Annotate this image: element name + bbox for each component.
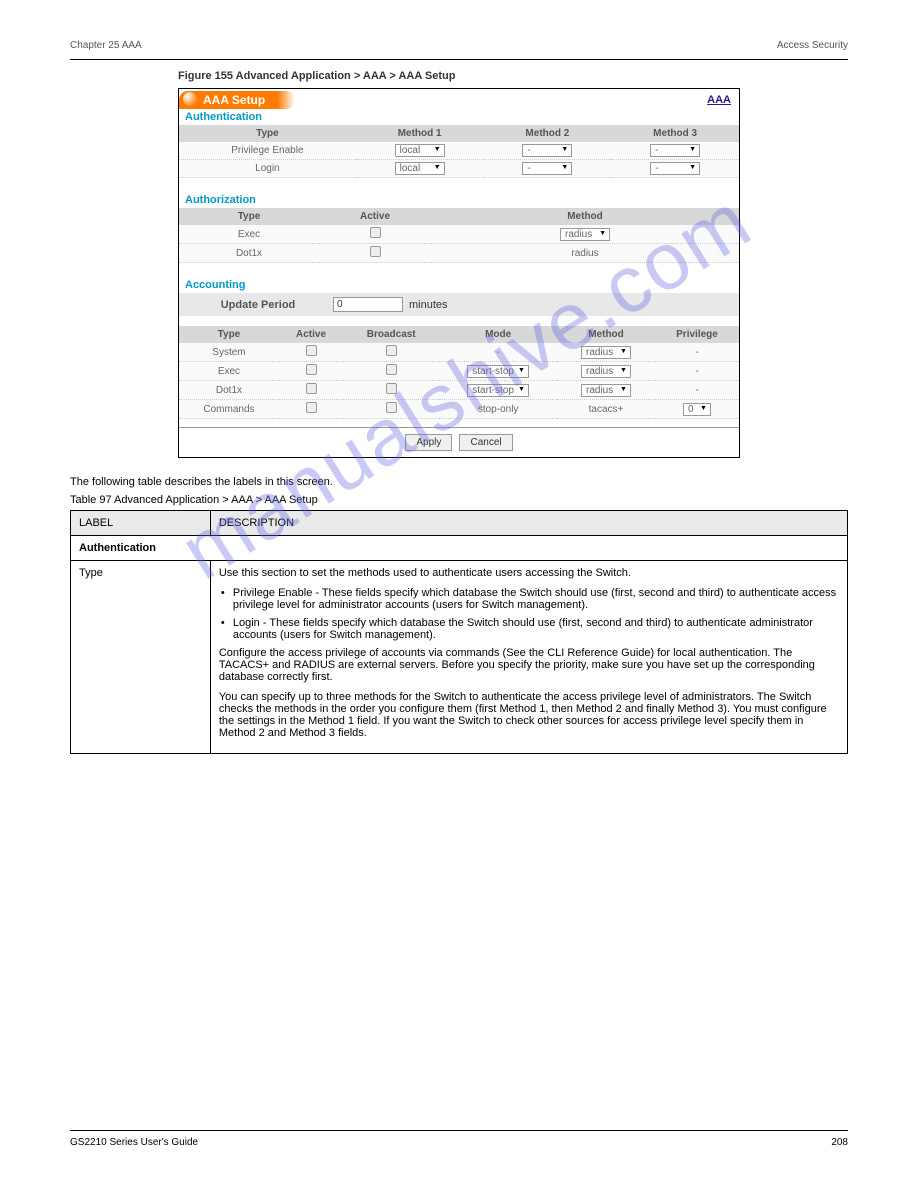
update-period-unit: minutes <box>409 299 448 311</box>
authz-dot1x-method: radius <box>431 244 739 263</box>
aaa-setup-badge: AAA Setup <box>179 91 295 109</box>
auth-row-label: Login <box>179 160 356 178</box>
col-type: Type <box>179 125 356 142</box>
aaa-screenshot: AAA Setup AAA Authentication Type Method… <box>178 88 740 458</box>
button-row: Apply Cancel <box>179 427 739 457</box>
doc-col-desc: DESCRIPTION <box>210 511 847 536</box>
doc-desc-type: Use this section to set the methods used… <box>210 561 847 754</box>
footer-left: GS2210 Series User's Guide <box>70 1137 198 1148</box>
update-period-input[interactable]: 0 <box>333 297 403 312</box>
acct-exec-priv: - <box>655 362 739 381</box>
acct-commands-method: tacacs+ <box>557 400 655 419</box>
authorization-table: Type Active Method Exec radius Dot1x rad… <box>179 208 739 263</box>
acct-row-label: System <box>179 343 279 362</box>
acct-dot1x-method[interactable]: radius <box>581 384 631 397</box>
col-broadcast: Broadcast <box>343 326 439 343</box>
acct-row-label: Exec <box>179 362 279 381</box>
acct-commands-priv[interactable]: 0 <box>683 403 711 416</box>
col-method: Method <box>431 208 739 225</box>
col-type: Type <box>179 208 319 225</box>
acct-exec-active[interactable] <box>306 364 317 375</box>
section-label: Access Security <box>777 40 848 51</box>
authz-exec-active[interactable] <box>370 227 381 238</box>
acct-row-label: Dot1x <box>179 381 279 400</box>
acct-system-priv: - <box>655 343 739 362</box>
acct-commands-broadcast[interactable] <box>386 402 397 413</box>
update-period-label: Update Period <box>183 299 333 311</box>
col-method2: Method 2 <box>484 125 612 142</box>
col-active: Active <box>319 208 431 225</box>
authentication-title: Authentication <box>179 109 739 125</box>
authorization-title: Authorization <box>179 192 739 208</box>
acct-exec-broadcast[interactable] <box>386 364 397 375</box>
chapter-label: Chapter 25 AAA <box>70 40 142 51</box>
col-method1: Method 1 <box>356 125 484 142</box>
col-type: Type <box>179 326 279 343</box>
col-privilege: Privilege <box>655 326 739 343</box>
accounting-title: Accounting <box>179 277 739 293</box>
doc-label-type: Type <box>71 561 211 754</box>
auth-priv-method2[interactable]: - <box>522 144 572 157</box>
auth-login-method2[interactable]: - <box>522 162 572 175</box>
acct-commands-active[interactable] <box>306 402 317 413</box>
doc-para: Use this section to set the methods used… <box>219 567 839 579</box>
footer-right: 208 <box>831 1137 848 1148</box>
accounting-table: Type Active Broadcast Mode Method Privil… <box>179 326 739 419</box>
acct-system-active[interactable] <box>306 345 317 356</box>
update-period-row: Update Period 0 minutes <box>179 293 739 316</box>
col-method: Method <box>557 326 655 343</box>
acct-dot1x-active[interactable] <box>306 383 317 394</box>
auth-priv-method1[interactable]: local <box>395 144 445 157</box>
col-mode: Mode <box>439 326 557 343</box>
auth-priv-method3[interactable]: - <box>650 144 700 157</box>
col-method3: Method 3 <box>611 125 739 142</box>
acct-dot1x-priv: - <box>655 381 739 400</box>
description-table: LABEL DESCRIPTION Authentication Type Us… <box>70 510 848 754</box>
authz-exec-method[interactable]: radius <box>560 228 610 241</box>
authz-row-label: Exec <box>179 225 319 244</box>
auth-row-label: Privilege Enable <box>179 142 356 160</box>
apply-button[interactable]: Apply <box>405 434 452 451</box>
acct-system-method[interactable]: radius <box>581 346 631 359</box>
acct-row-label: Commands <box>179 400 279 419</box>
col-active: Active <box>279 326 343 343</box>
header-rule <box>70 59 848 60</box>
figure-title: Figure 155 Advanced Application > AAA > … <box>178 70 848 82</box>
acct-commands-mode: stop-only <box>439 400 557 419</box>
footer-rule <box>70 1130 848 1131</box>
table-intro: The following table describes the labels… <box>70 476 848 488</box>
authentication-table: Type Method 1 Method 2 Method 3 Privileg… <box>179 125 739 178</box>
acct-dot1x-mode[interactable]: start-stop <box>467 384 529 397</box>
authz-row-label: Dot1x <box>179 244 319 263</box>
doc-bullet: Login - These fields specify which datab… <box>219 617 839 641</box>
acct-system-broadcast[interactable] <box>386 345 397 356</box>
doc-section-auth: Authentication <box>71 536 848 561</box>
doc-para: Configure the access privilege of accoun… <box>219 647 839 683</box>
authz-dot1x-active[interactable] <box>370 246 381 257</box>
acct-exec-mode[interactable]: start-stop <box>467 365 529 378</box>
acct-exec-method[interactable]: radius <box>581 365 631 378</box>
auth-login-method3[interactable]: - <box>650 162 700 175</box>
auth-login-method1[interactable]: local <box>395 162 445 175</box>
table-title: Table 97 Advanced Application > AAA > AA… <box>70 494 848 506</box>
doc-para: You can specify up to three methods for … <box>219 691 839 739</box>
aaa-link[interactable]: AAA <box>707 94 731 106</box>
doc-bullet: Privilege Enable - These fields specify … <box>219 587 839 611</box>
acct-system-mode: - <box>439 343 557 362</box>
doc-col-label: LABEL <box>71 511 211 536</box>
acct-dot1x-broadcast[interactable] <box>386 383 397 394</box>
cancel-button[interactable]: Cancel <box>459 434 512 451</box>
